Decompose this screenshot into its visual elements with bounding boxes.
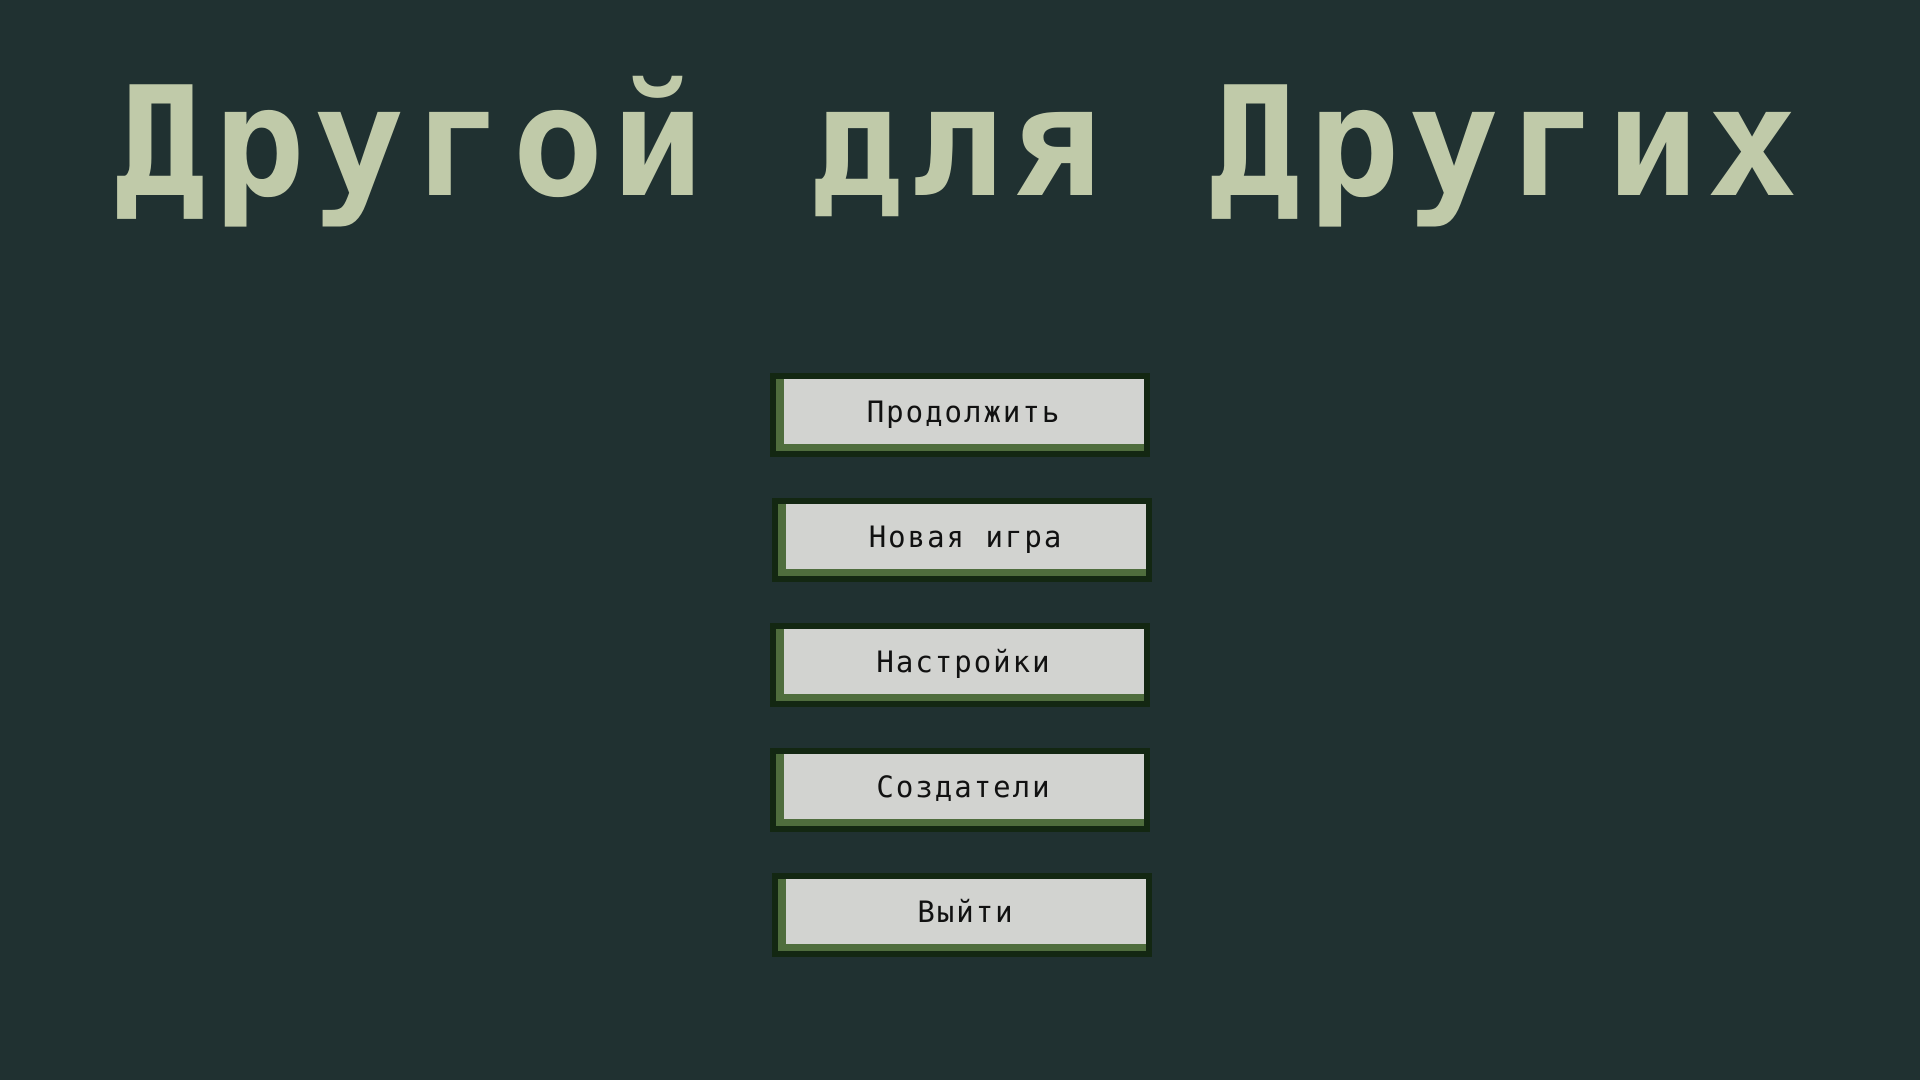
credits-button-label: Создатели <box>876 769 1052 804</box>
new-game-button-face: Новая игра <box>786 504 1146 569</box>
settings-button-frame: Настройки <box>776 629 1144 701</box>
quit-button-label: Выйти <box>917 894 1015 929</box>
quit-button-face: Выйти <box>786 879 1146 944</box>
settings-button[interactable]: Настройки <box>770 623 1150 707</box>
credits-button-face: Создатели <box>784 754 1144 819</box>
quit-button-frame: Выйти <box>778 879 1146 951</box>
new-game-button[interactable]: Новая игра <box>772 498 1152 582</box>
quit-button[interactable]: Выйти <box>772 873 1152 957</box>
credits-button[interactable]: Создатели <box>770 748 1150 832</box>
credits-button-frame: Создатели <box>776 754 1144 826</box>
settings-button-face: Настройки <box>784 629 1144 694</box>
main-menu: Продолжить Новая игра Настройки Создател… <box>0 0 1920 1080</box>
new-game-button-label: Новая игра <box>868 519 1064 554</box>
continue-button-face: Продолжить <box>784 379 1144 444</box>
new-game-button-frame: Новая игра <box>778 504 1146 576</box>
continue-button-frame: Продолжить <box>776 379 1144 451</box>
settings-button-label: Настройки <box>876 644 1052 679</box>
continue-button[interactable]: Продолжить <box>770 373 1150 457</box>
continue-button-label: Продолжить <box>866 394 1062 429</box>
